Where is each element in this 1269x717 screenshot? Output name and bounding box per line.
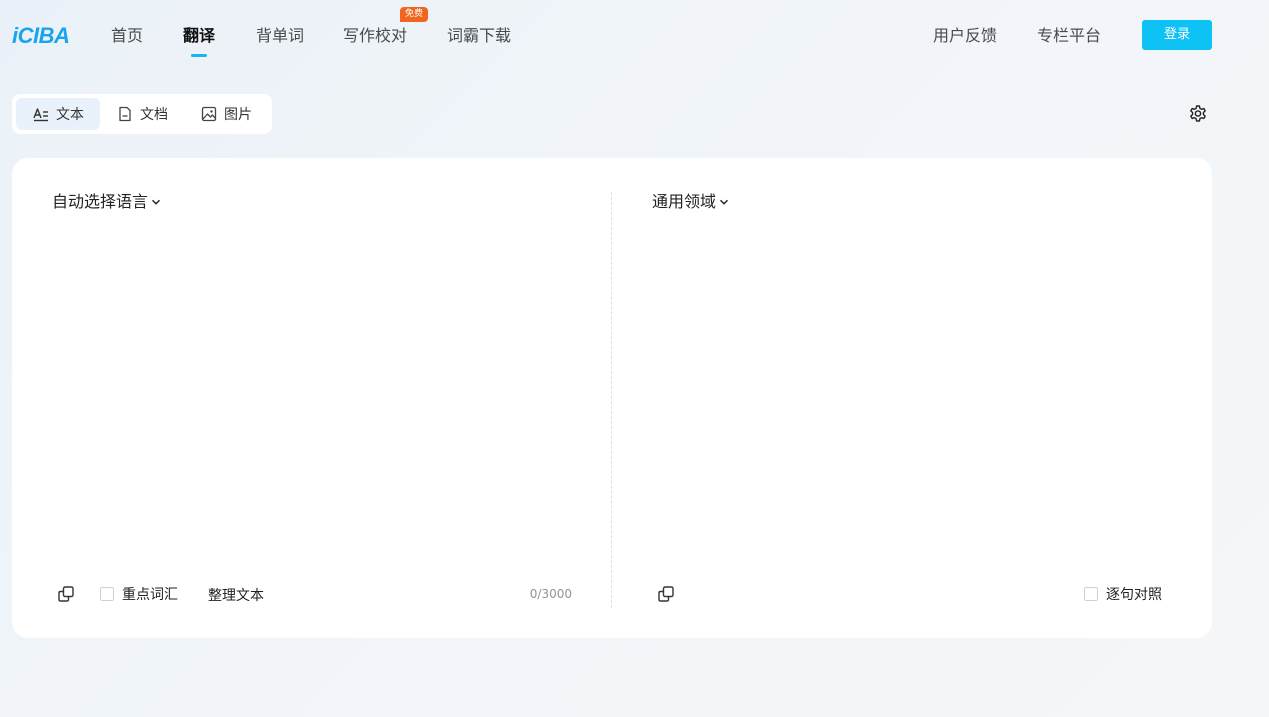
tab-text-label: 文本 [56,107,84,123]
free-badge: 免费 [400,7,429,22]
copy-icon[interactable] [657,585,675,603]
key-vocab-checkbox[interactable] [100,587,114,601]
nav-active-indicator [191,54,207,57]
panel-divider [611,192,612,608]
nav-translate-label: 翻译 [183,26,216,45]
bilingual-toggle[interactable]: 逐句对照 [1084,584,1162,604]
gear-icon[interactable] [1188,104,1208,124]
translation-output [652,228,1182,568]
chevron-down-icon [152,199,161,205]
nav-writing-check[interactable]: 写作校对 [343,25,407,47]
translate-panel: 自动选择语言 通用领域 重点词汇 整理文本 0/3000 逐句对照 [12,158,1212,638]
nav-column-platform[interactable]: 专栏平台 [1037,25,1101,47]
mode-tabs: 文本 文档 图片 [12,94,272,134]
tab-document[interactable]: 文档 [100,98,184,130]
tab-document-label: 文档 [140,107,168,123]
source-language-label: 自动选择语言 [52,192,149,211]
nav-translate[interactable]: 翻译 [183,25,216,57]
nav-feedback[interactable]: 用户反馈 [933,25,997,47]
key-vocab-toggle[interactable]: 重点词汇 [100,584,178,604]
bilingual-checkbox[interactable] [1084,587,1098,601]
source-text-input[interactable] [52,228,586,572]
source-language-select[interactable]: 自动选择语言 [52,191,161,213]
tab-image-label: 图片 [224,107,252,123]
login-button[interactable]: 登录 [1142,20,1212,50]
char-counter: 0/3000 [529,587,572,601]
key-vocab-label: 重点词汇 [122,587,178,603]
nav-vocabulary[interactable]: 背单词 [256,25,304,47]
document-icon [119,106,131,122]
domain-select[interactable]: 通用领域 [652,191,729,213]
tab-text[interactable]: 文本 [16,98,100,130]
nav-home[interactable]: 首页 [111,25,143,47]
text-mode-icon [33,108,48,122]
nav-download[interactable]: 词霸下载 [447,25,511,47]
bilingual-label: 逐句对照 [1106,587,1162,603]
tab-image[interactable]: 图片 [184,98,268,130]
logo[interactable]: iCIBA [12,24,70,48]
tidy-text-button[interactable]: 整理文本 [208,585,264,605]
image-icon [201,106,217,122]
copy-icon[interactable] [57,585,75,603]
chevron-down-icon [720,199,729,205]
domain-label: 通用领域 [652,192,717,211]
